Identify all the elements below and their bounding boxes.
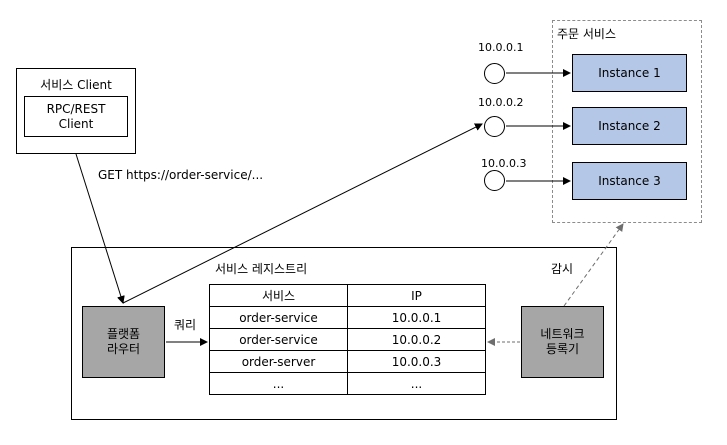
- table-cell-service: order-server: [209, 350, 348, 373]
- instance-3-box: Instance 3: [572, 162, 687, 200]
- instance-1-box: Instance 1: [572, 54, 687, 92]
- order-service-title: 주문 서비스: [557, 27, 617, 41]
- instance-2-box: Instance 2: [572, 107, 687, 145]
- query-label: 쿼리: [174, 318, 197, 332]
- table-cell-service: ...: [209, 372, 348, 395]
- table-header-service: 서비스: [209, 284, 348, 307]
- request-label: GET https://order-service/...: [98, 168, 264, 182]
- table-row: order-service 10.0.0.2: [209, 328, 486, 351]
- network-registrar-line1: 네트워크: [540, 327, 585, 341]
- table-cell-ip: 10.0.0.2: [347, 328, 486, 351]
- table-header-row: 서비스 IP: [209, 284, 486, 307]
- watch-label: 감시: [551, 262, 574, 276]
- ip-label-1: 10.0.0.1: [478, 41, 524, 54]
- table-row: order-server 10.0.0.3: [209, 350, 486, 373]
- table-cell-service: order-service: [209, 306, 348, 329]
- instance-3-label: Instance 3: [598, 173, 661, 188]
- platform-router-box: 플랫폼 라우터: [82, 306, 165, 378]
- table-row: order-service 10.0.0.1: [209, 306, 486, 329]
- table-cell-ip: ...: [347, 372, 486, 395]
- table-header-ip: IP: [347, 284, 486, 307]
- platform-router-line2: 라우터: [106, 342, 141, 356]
- rpc-rest-client-line2: Client: [58, 116, 94, 131]
- table-row: ... ...: [209, 372, 486, 395]
- ip-node-2: [484, 116, 505, 137]
- table-cell-ip: 10.0.0.3: [347, 350, 486, 373]
- registry-title: 서비스 레지스트리: [215, 262, 308, 276]
- network-registrar-line2: 등록기: [545, 342, 580, 356]
- ip-label-2: 10.0.0.2: [478, 96, 524, 109]
- table-cell-service: order-service: [209, 328, 348, 351]
- instance-2-label: Instance 2: [598, 118, 661, 133]
- ip-node-3: [484, 170, 505, 191]
- instance-1-label: Instance 1: [598, 65, 661, 80]
- table-cell-ip: 10.0.0.1: [347, 306, 486, 329]
- ip-label-3: 10.0.0.3: [481, 157, 527, 170]
- rpc-rest-client-line1: RPC/REST: [46, 101, 106, 116]
- network-registrar-box: 네트워크 등록기: [521, 306, 604, 378]
- ip-node-1: [484, 63, 505, 84]
- service-client-title: 서비스 Client: [40, 78, 112, 92]
- platform-router-line1: 플랫폼: [106, 327, 141, 341]
- registry-table: 서비스 IP order-service 10.0.0.1 order-serv…: [209, 284, 486, 395]
- rpc-rest-client-box: RPC/REST Client: [24, 96, 128, 137]
